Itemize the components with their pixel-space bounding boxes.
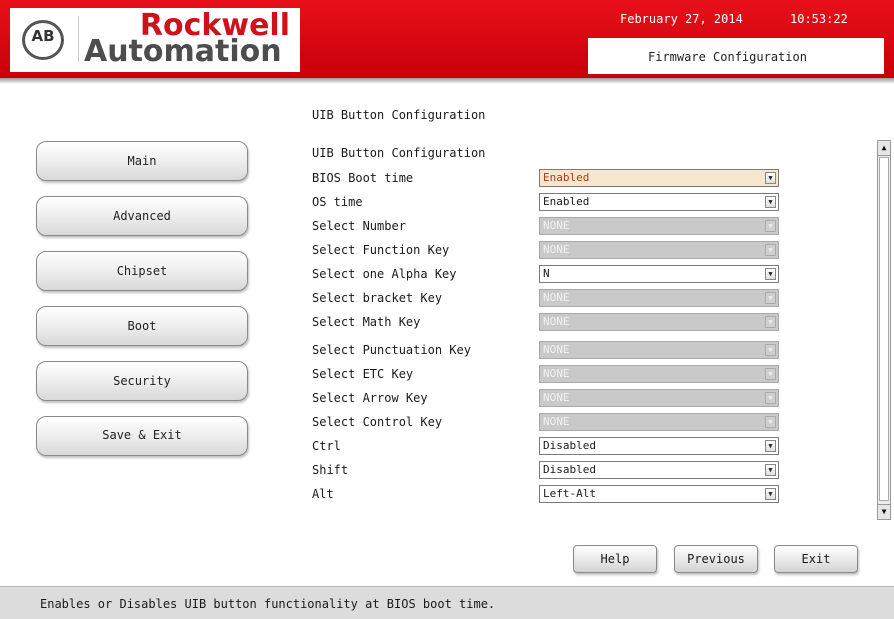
setting-label: OS time	[312, 195, 363, 209]
ctrl-select[interactable]: Disabled ▼	[539, 437, 779, 455]
setting-label: Ctrl	[312, 439, 341, 453]
select-value: NONE	[543, 219, 570, 232]
dropdown-arrow-icon: ▼	[765, 292, 776, 304]
header-title-panel: Firmware Configuration	[588, 38, 884, 74]
select-alpha-key-select[interactable]: N ▼	[539, 265, 779, 283]
setting-label: Select Function Key	[312, 243, 450, 257]
select-value: NONE	[543, 367, 570, 380]
nav-button-boot[interactable]: Boot	[36, 306, 248, 346]
select-math-key-select: NONE ▼	[539, 313, 779, 331]
select-value: N	[543, 267, 550, 280]
brand-logo: AB Rockwell Automation	[10, 8, 300, 72]
os-time-select[interactable]: Enabled ▼	[539, 193, 779, 211]
select-arrow-key-select: NONE ▼	[539, 389, 779, 407]
nav-button-advanced[interactable]: Advanced	[36, 196, 248, 236]
group-label: UIB Button Configuration	[312, 146, 486, 160]
settings-scrollbar[interactable]: ▲ ▼	[877, 140, 891, 520]
help-button[interactable]: Help	[573, 545, 657, 573]
setting-row-select-number: Select Number NONE ▼	[312, 217, 782, 241]
dropdown-arrow-icon[interactable]: ▼	[765, 268, 776, 280]
dropdown-arrow-icon[interactable]: ▼	[765, 488, 776, 500]
select-value: NONE	[543, 343, 570, 356]
ab-badge-text: AB	[31, 27, 55, 45]
help-text: Enables or Disables UIB button functiona…	[40, 597, 496, 611]
setting-row-select-bracket-key: Select bracket Key NONE ▼	[312, 289, 782, 313]
setting-row-shift: Shift Disabled ▼	[312, 461, 782, 485]
logo-divider	[78, 16, 79, 62]
previous-button[interactable]: Previous	[674, 545, 758, 573]
select-control-key-select: NONE ▼	[539, 413, 779, 431]
setting-row-os-time: OS time Enabled ▼	[312, 193, 782, 217]
setting-label: Select one Alpha Key	[312, 267, 457, 281]
nav-button-main[interactable]: Main	[36, 141, 248, 181]
setting-label: BIOS Boot time	[312, 171, 414, 185]
scroll-down-arrow-icon[interactable]: ▼	[878, 504, 890, 519]
settings-group-header: UIB Button Configuration	[312, 144, 782, 168]
select-etc-key-select: NONE ▼	[539, 365, 779, 383]
bios-boot-time-select[interactable]: Enabled ▼	[539, 169, 779, 187]
page-title: Firmware Configuration	[648, 50, 807, 64]
dropdown-arrow-icon: ▼	[765, 416, 776, 428]
setting-row-select-alpha-key: Select one Alpha Key N ▼	[312, 265, 782, 289]
header-date: February 27, 2014	[620, 12, 743, 26]
scroll-up-arrow-icon[interactable]: ▲	[878, 141, 890, 156]
dropdown-arrow-icon: ▼	[765, 344, 776, 356]
setting-label: Select Control Key	[312, 415, 443, 429]
setting-label: Shift	[312, 463, 349, 477]
select-value: NONE	[543, 315, 570, 328]
setting-label: Select Arrow Key	[312, 391, 428, 405]
setting-label: Select Punctuation Key	[312, 343, 471, 357]
shift-select[interactable]: Disabled ▼	[539, 461, 779, 479]
select-value: NONE	[543, 291, 570, 304]
dropdown-arrow-icon: ▼	[765, 392, 776, 404]
dropdown-arrow-icon[interactable]: ▼	[765, 196, 776, 208]
dropdown-arrow-icon: ▼	[765, 220, 776, 232]
section-title: UIB Button Configuration	[312, 108, 486, 122]
nav-button-chipset[interactable]: Chipset	[36, 251, 248, 291]
select-number-select: NONE ▼	[539, 217, 779, 235]
dropdown-arrow-icon: ▼	[765, 244, 776, 256]
setting-label: Alt	[312, 487, 334, 501]
header-bar: AB Rockwell Automation February 27, 2014…	[0, 0, 894, 78]
ab-quality-badge-icon: AB	[22, 20, 64, 60]
dropdown-arrow-icon[interactable]: ▼	[765, 172, 776, 184]
nav-button-security[interactable]: Security	[36, 361, 248, 401]
select-value: NONE	[543, 243, 570, 256]
setting-label: Select bracket Key	[312, 291, 443, 305]
header-time: 10:53:22	[790, 12, 848, 26]
select-function-key-select: NONE ▼	[539, 241, 779, 259]
setting-row-select-control-key: Select Control Key NONE ▼	[312, 413, 782, 437]
setting-label: Select ETC Key	[312, 367, 414, 381]
setting-row-ctrl: Ctrl Disabled ▼	[312, 437, 782, 461]
select-value: Enabled	[543, 171, 590, 184]
dropdown-arrow-icon[interactable]: ▼	[765, 440, 776, 452]
setting-label: Select Math Key	[312, 315, 421, 329]
select-bracket-key-select: NONE ▼	[539, 289, 779, 307]
setting-label: Select Number	[312, 219, 406, 233]
scroll-thumb[interactable]	[879, 157, 889, 501]
exit-button[interactable]: Exit	[774, 545, 858, 573]
header-shadow	[0, 78, 894, 84]
select-value: Enabled	[543, 195, 590, 208]
setting-row-select-etc-key: Select ETC Key NONE ▼	[312, 365, 782, 389]
dropdown-arrow-icon: ▼	[765, 316, 776, 328]
setting-row-select-math-key: Select Math Key NONE ▼	[312, 313, 782, 337]
select-punctuation-key-select: NONE ▼	[539, 341, 779, 359]
setting-row-select-function-key: Select Function Key NONE ▼	[312, 241, 782, 265]
select-value: Left-Alt	[543, 487, 596, 500]
nav-button-save-exit[interactable]: Save & Exit	[36, 416, 248, 456]
select-value: NONE	[543, 391, 570, 404]
setting-row-select-arrow-key: Select Arrow Key NONE ▼	[312, 389, 782, 413]
help-status-bar: Enables or Disables UIB button functiona…	[0, 586, 894, 619]
select-value: NONE	[543, 415, 570, 428]
dropdown-arrow-icon: ▼	[765, 368, 776, 380]
setting-row-alt: Alt Left-Alt ▼	[312, 485, 782, 509]
setting-row-bios-boot-time: BIOS Boot time Enabled ▼	[312, 169, 782, 193]
select-value: Disabled	[543, 463, 596, 476]
dropdown-arrow-icon[interactable]: ▼	[765, 464, 776, 476]
alt-select[interactable]: Left-Alt ▼	[539, 485, 779, 503]
brand-name-automation: Automation	[84, 34, 282, 69]
select-value: Disabled	[543, 439, 596, 452]
setting-row-select-punctuation-key: Select Punctuation Key NONE ▼	[312, 341, 782, 365]
